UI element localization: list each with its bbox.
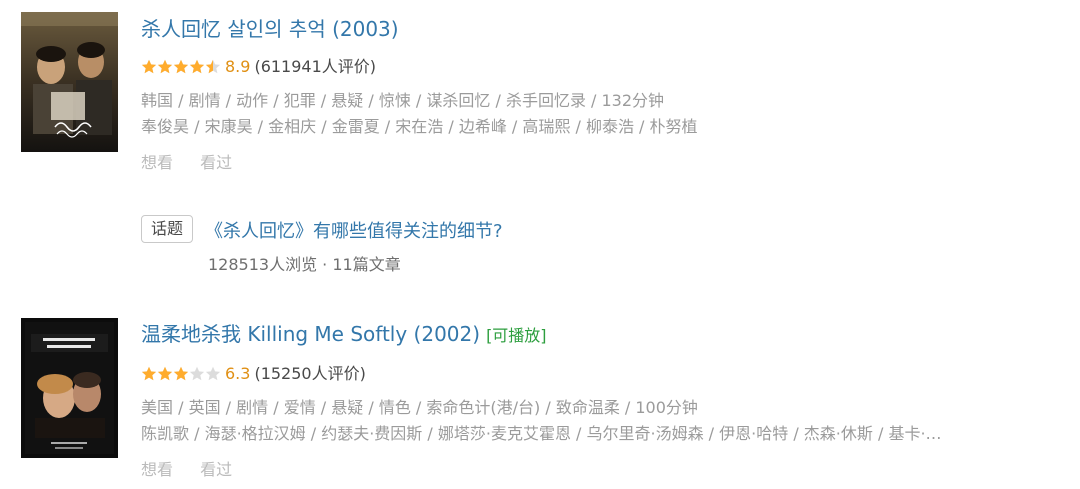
star-icon — [173, 59, 189, 74]
rating-row: 8.9 (611941人评价) — [141, 57, 1040, 77]
star-icon — [189, 366, 205, 381]
star-icon — [189, 59, 205, 74]
rating-score: 6.3 — [225, 364, 251, 383]
movie-meta-crew: 陈凯歌 / 海瑟·格拉汉姆 / 约瑟夫·费因斯 / 娜塔莎·麦克艾霍恩 / 乌尔… — [141, 424, 942, 443]
movie-title-row: 杀人回忆 살인의 추억 (2003) — [141, 17, 1040, 41]
movie-poster[interactable] — [21, 318, 118, 458]
movie-title-link[interactable]: 杀人回忆 살인의 추억 (2003) — [141, 17, 399, 41]
watched-button[interactable]: 看过 — [200, 460, 232, 479]
rating-row: 6.3 (15250人评价) — [141, 364, 1040, 384]
topic-stats: 128513人浏览 · 11篇文章 — [208, 255, 401, 274]
topic-title-link[interactable]: 《杀人回忆》有哪些值得关注的细节? — [205, 217, 503, 243]
star-icon — [157, 59, 173, 74]
rating-count: (611941人评价) — [254, 57, 377, 76]
playable-badge[interactable]: [可播放] — [486, 326, 547, 345]
movie-meta-genres: 美国 / 英国 / 剧情 / 爱情 / 悬疑 / 情色 / 索命色计(港/台) … — [141, 398, 698, 417]
movie-meta-crew: 奉俊昊 / 宋康昊 / 金相庆 / 金雷夏 / 宋在浩 / 边希峰 / 高瑞熙 … — [141, 117, 698, 136]
rating-count: (15250人评价) — [254, 364, 366, 383]
star-icon — [173, 366, 189, 381]
topic-tag: 话题 — [141, 215, 193, 243]
star-icon — [205, 59, 221, 74]
movie-title-row: 温柔地杀我 Killing Me Softly (2002) [可播放] — [141, 322, 1040, 348]
want-to-watch-button[interactable]: 想看 — [141, 460, 173, 479]
star-icon — [205, 366, 221, 381]
star-icon — [141, 59, 157, 74]
watched-button[interactable]: 看过 — [200, 153, 232, 172]
rating-stars — [141, 366, 221, 382]
movie-actions: 想看 看过 — [141, 153, 1040, 173]
rating-stars — [141, 59, 221, 75]
star-icon — [141, 366, 157, 381]
rating-score: 8.9 — [225, 57, 251, 76]
movie-poster[interactable] — [21, 12, 118, 152]
movie-title-link[interactable]: 温柔地杀我 Killing Me Softly (2002) — [141, 322, 480, 346]
star-icon — [157, 366, 173, 381]
movie-meta-genres: 韩国 / 剧情 / 动作 / 犯罪 / 悬疑 / 惊悚 / 谋杀回忆 / 杀手回… — [141, 91, 665, 110]
want-to-watch-button[interactable]: 想看 — [141, 153, 173, 172]
movie-actions: 想看 看过 — [141, 460, 1040, 480]
